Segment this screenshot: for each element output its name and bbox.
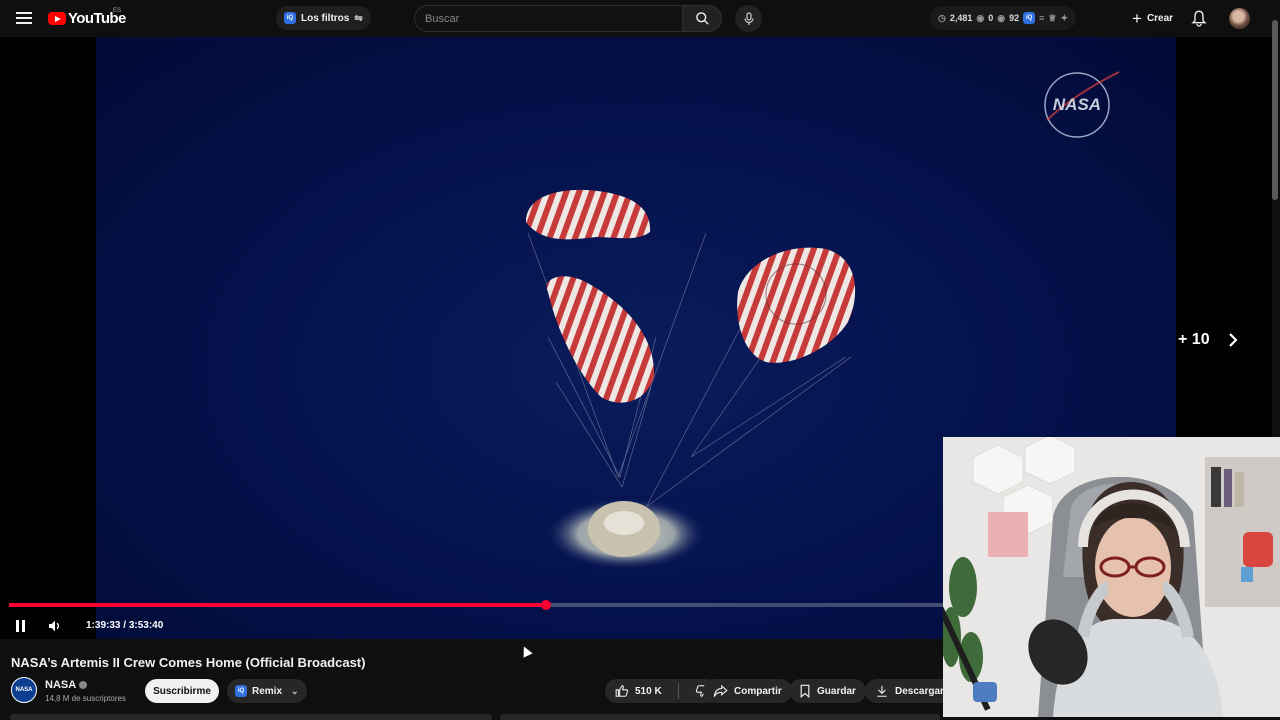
share-button[interactable]: Compartir — [703, 679, 792, 703]
stat-value-1: 2,481 — [949, 13, 973, 23]
sparkle-icon: ✦ — [1060, 12, 1069, 23]
stat-value-2: 0 — [988, 13, 994, 23]
youtube-play-icon — [48, 12, 66, 25]
subscribe-button[interactable]: Suscribirme — [145, 679, 219, 703]
chevron-right-icon — [1228, 333, 1238, 347]
chevron-down-icon: ⌄ — [291, 685, 299, 696]
progress-bar[interactable] — [9, 600, 943, 610]
channel-avatar[interactable]: NASA — [11, 677, 37, 703]
time-total: 3:53:40 — [128, 620, 164, 631]
progress-played — [9, 603, 547, 607]
search-icon — [695, 12, 709, 25]
filters-chip[interactable]: iQ Los filtros ⇋ — [276, 6, 371, 30]
channel-name: NASA — [45, 679, 77, 691]
plus-icon: + — [1132, 8, 1142, 28]
bookmark-icon — [800, 684, 810, 698]
clock-icon: ◷ — [938, 12, 946, 23]
thumbs-up-icon — [615, 685, 629, 697]
youtube-logo[interactable]: YouTube ES — [48, 8, 126, 27]
bell-icon — [1191, 10, 1207, 27]
menu-icon[interactable] — [14, 9, 34, 27]
time-display: 1:39:33 / 3:53:40 — [86, 620, 163, 631]
webcam-overlay — [943, 437, 1280, 717]
account-avatar[interactable] — [1229, 8, 1250, 29]
stat-value-3: 92 — [1009, 13, 1020, 23]
download-icon — [877, 685, 887, 697]
eye-icon: ◉ — [976, 12, 985, 23]
share-label: Compartir — [734, 685, 782, 697]
extension-stats[interactable]: ◷ 2,481 ◉ 0 ◉ 92 iQ ≡ ♕ ✦ — [930, 6, 1077, 30]
verified-icon — [79, 681, 88, 689]
tune-icon: ⇋ — [354, 12, 363, 24]
share-icon — [713, 684, 728, 697]
like-divider — [677, 683, 679, 699]
list-icon: ≡ — [1039, 13, 1045, 23]
iq-extension-icon: iQ — [284, 12, 296, 24]
iq-extension-icon: iQ — [235, 685, 247, 697]
microphone-icon — [744, 12, 753, 25]
download-label: Descargar — [895, 685, 944, 697]
like-button[interactable]: 510 K — [605, 679, 672, 703]
filters-label: Los filtros — [301, 12, 350, 24]
skip-forward-button[interactable]: + 10 — [1178, 331, 1238, 349]
create-label: Crear — [1146, 12, 1174, 24]
volume-icon — [49, 620, 59, 632]
iq-extension-icon: iQ — [1023, 12, 1036, 24]
download-button[interactable]: Descargar — [865, 679, 954, 703]
search-button[interactable] — [682, 5, 722, 32]
lower-panel-edge — [500, 714, 940, 720]
masthead: YouTube ES iQ Los filtros ⇋ ◷ 2,481 ◉ 0 … — [0, 0, 1280, 37]
page-scrollbar[interactable] — [1272, 20, 1278, 200]
save-label: Guardar — [817, 685, 856, 697]
volume-button[interactable] — [47, 618, 63, 639]
subscriber-count: 14,8 M de suscriptores — [45, 694, 126, 703]
trophy-icon: ♕ — [1048, 12, 1057, 23]
like-count: 510 K — [635, 685, 662, 697]
nasa-watermark: NASA — [1043, 70, 1121, 145]
search-input[interactable] — [414, 5, 683, 32]
eye-icon: ◉ — [997, 12, 1006, 23]
mouse-cursor — [519, 644, 533, 658]
logo-region: ES — [113, 8, 122, 14]
save-button[interactable]: Guardar — [789, 679, 866, 703]
video-title: NASA’s Artemis II Crew Comes Home (Offic… — [11, 655, 366, 670]
time-separator: / — [120, 620, 129, 631]
nasa-watermark-text: NASA — [1053, 95, 1101, 114]
remix-label: Remix — [252, 685, 283, 697]
time-current: 1:39:33 — [86, 620, 121, 631]
voice-search-button[interactable] — [735, 5, 762, 32]
pause-button[interactable] — [14, 619, 28, 633]
skip-label: + 10 — [1178, 331, 1210, 348]
like-dislike-group: 510 K — [605, 679, 719, 703]
remix-button[interactable]: iQ Remix ⌄ — [227, 679, 307, 703]
search-box — [414, 5, 722, 32]
lower-panel-edge — [10, 714, 492, 720]
channel-name-link[interactable]: NASA — [45, 679, 88, 691]
create-button[interactable]: + Crear — [1124, 6, 1181, 30]
notifications-button[interactable] — [1191, 9, 1207, 32]
